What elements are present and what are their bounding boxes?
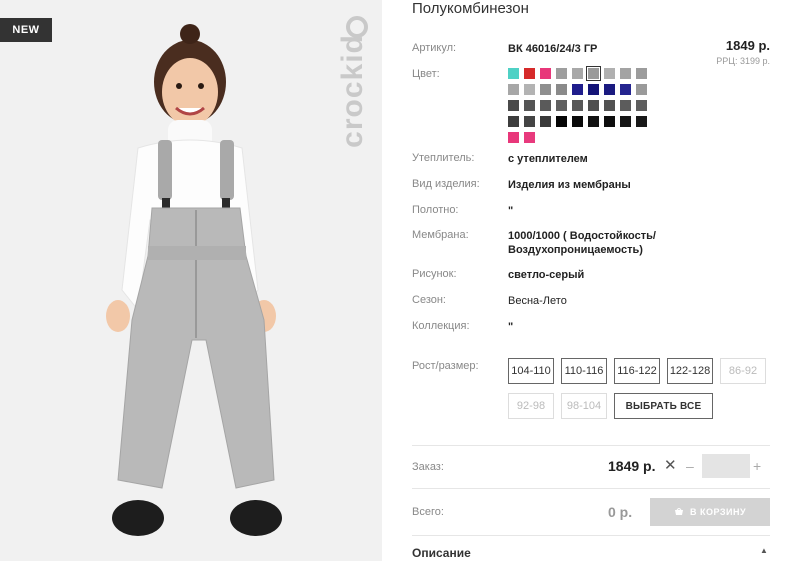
size-option[interactable]: 116-122 — [614, 358, 660, 384]
add-to-cart-button[interactable]: В КОРЗИНУ — [650, 498, 770, 526]
product-info-panel: Полукомбинезон 1849 р. РРЦ: 3199 р. Арти… — [382, 0, 800, 561]
color-swatch[interactable] — [636, 116, 647, 127]
recommended-retail-price: РРЦ: 3199 р. — [716, 56, 770, 66]
order-label: Заказ: — [412, 461, 444, 473]
color-swatch[interactable] — [636, 68, 647, 79]
color-swatch[interactable] — [620, 100, 631, 111]
color-swatch[interactable] — [620, 68, 631, 79]
size-option-disabled: 92-98 — [508, 393, 554, 419]
size-option[interactable]: 110-116 — [561, 358, 607, 384]
attribute-label: Полотно: — [412, 204, 459, 216]
attribute-value: ВК 46016/24/3 ГР — [508, 43, 598, 55]
attribute-value: Весна-Лето — [508, 295, 567, 307]
color-swatch[interactable] — [524, 68, 535, 79]
color-swatch[interactable] — [604, 100, 615, 111]
attribute-value: 1000/1000 ( Водостойкость/ — [508, 230, 656, 242]
attribute-label: Утеплитель: — [412, 152, 475, 164]
color-swatch[interactable] — [556, 68, 567, 79]
color-swatch[interactable] — [524, 100, 535, 111]
order-price: 1849 р. — [608, 458, 656, 474]
product-title: Полукомбинезон — [412, 0, 529, 17]
attribute-label: Вид изделия: — [412, 178, 480, 190]
size-option[interactable]: 104-110 — [508, 358, 554, 384]
description-section-title[interactable]: Описание — [412, 546, 471, 560]
color-swatch[interactable] — [540, 68, 551, 79]
attribute-label: Цвет: — [412, 68, 440, 80]
color-swatch[interactable] — [588, 84, 599, 95]
attribute-value: " — [508, 321, 514, 333]
cart-icon — [674, 508, 683, 515]
color-swatch[interactable] — [636, 100, 647, 111]
color-swatch[interactable] — [620, 84, 631, 95]
product-price: 1849 р. — [725, 38, 770, 53]
attribute-label: Артикул: — [412, 42, 457, 54]
color-swatch[interactable] — [540, 100, 551, 111]
color-swatch[interactable] — [540, 84, 551, 95]
color-swatch-grid — [508, 66, 658, 144]
color-swatch[interactable] — [524, 132, 535, 143]
color-swatch[interactable] — [556, 116, 567, 127]
quantity-input[interactable] — [702, 454, 750, 478]
color-swatch[interactable] — [620, 116, 631, 127]
divider — [412, 488, 770, 489]
chevron-up-icon[interactable]: ▲ — [760, 546, 768, 555]
color-swatch[interactable] — [508, 84, 519, 95]
increase-quantity-button[interactable]: + — [753, 458, 761, 474]
attribute-label: Рисунок: — [412, 268, 457, 280]
color-swatch[interactable] — [572, 68, 583, 79]
add-to-cart-label: В КОРЗИНУ — [689, 507, 747, 517]
child-in-overalls-illustration — [106, 24, 282, 536]
color-swatch[interactable] — [556, 84, 567, 95]
color-swatch[interactable] — [524, 84, 535, 95]
attribute-label: Рост/размер: — [412, 360, 479, 372]
attribute-value: " — [508, 205, 514, 217]
attribute-label: Коллекция: — [412, 320, 470, 332]
color-swatch[interactable] — [604, 116, 615, 127]
select-all-sizes-button[interactable]: ВЫБРАТЬ ВСЕ — [614, 393, 713, 419]
color-swatch[interactable] — [508, 116, 519, 127]
attribute-label: Мембрана: — [412, 229, 469, 241]
attribute-value-continued: Воздухопроницаемость) — [508, 244, 643, 256]
size-option-disabled: 86-92 — [720, 358, 766, 384]
color-swatch[interactable] — [572, 100, 583, 111]
color-swatch[interactable] — [604, 68, 615, 79]
attribute-value: с утеплителем — [508, 153, 588, 165]
color-swatch[interactable] — [556, 100, 567, 111]
color-swatch[interactable] — [540, 116, 551, 127]
new-badge: NEW — [0, 18, 52, 42]
color-swatch[interactable] — [604, 84, 615, 95]
color-swatch[interactable] — [586, 66, 601, 81]
divider — [412, 535, 770, 536]
brand-logo-text: crockid — [336, 34, 369, 148]
color-swatch[interactable] — [508, 100, 519, 111]
size-option-disabled: 98-104 — [561, 393, 607, 419]
product-image[interactable]: NEW crockid — [0, 0, 382, 561]
color-swatch[interactable] — [572, 84, 583, 95]
divider — [412, 445, 770, 446]
attribute-label: Сезон: — [412, 294, 446, 306]
color-swatch[interactable] — [524, 116, 535, 127]
color-swatch[interactable] — [508, 132, 519, 143]
color-swatch[interactable] — [588, 116, 599, 127]
color-swatch[interactable] — [636, 84, 647, 95]
size-option[interactable]: 122-128 — [667, 358, 713, 384]
color-swatch[interactable] — [508, 68, 519, 79]
attribute-value: светло-серый — [508, 269, 585, 281]
decrease-quantity-button[interactable]: – — [686, 458, 694, 474]
total-label: Всего: — [412, 506, 444, 518]
times-icon: ✕ — [664, 457, 677, 474]
brand-logo: crockid — [318, 14, 378, 154]
total-price: 0 р. — [608, 504, 633, 520]
color-swatch[interactable] — [588, 100, 599, 111]
attribute-value: Изделия из мембраны — [508, 179, 631, 191]
color-swatch[interactable] — [572, 116, 583, 127]
